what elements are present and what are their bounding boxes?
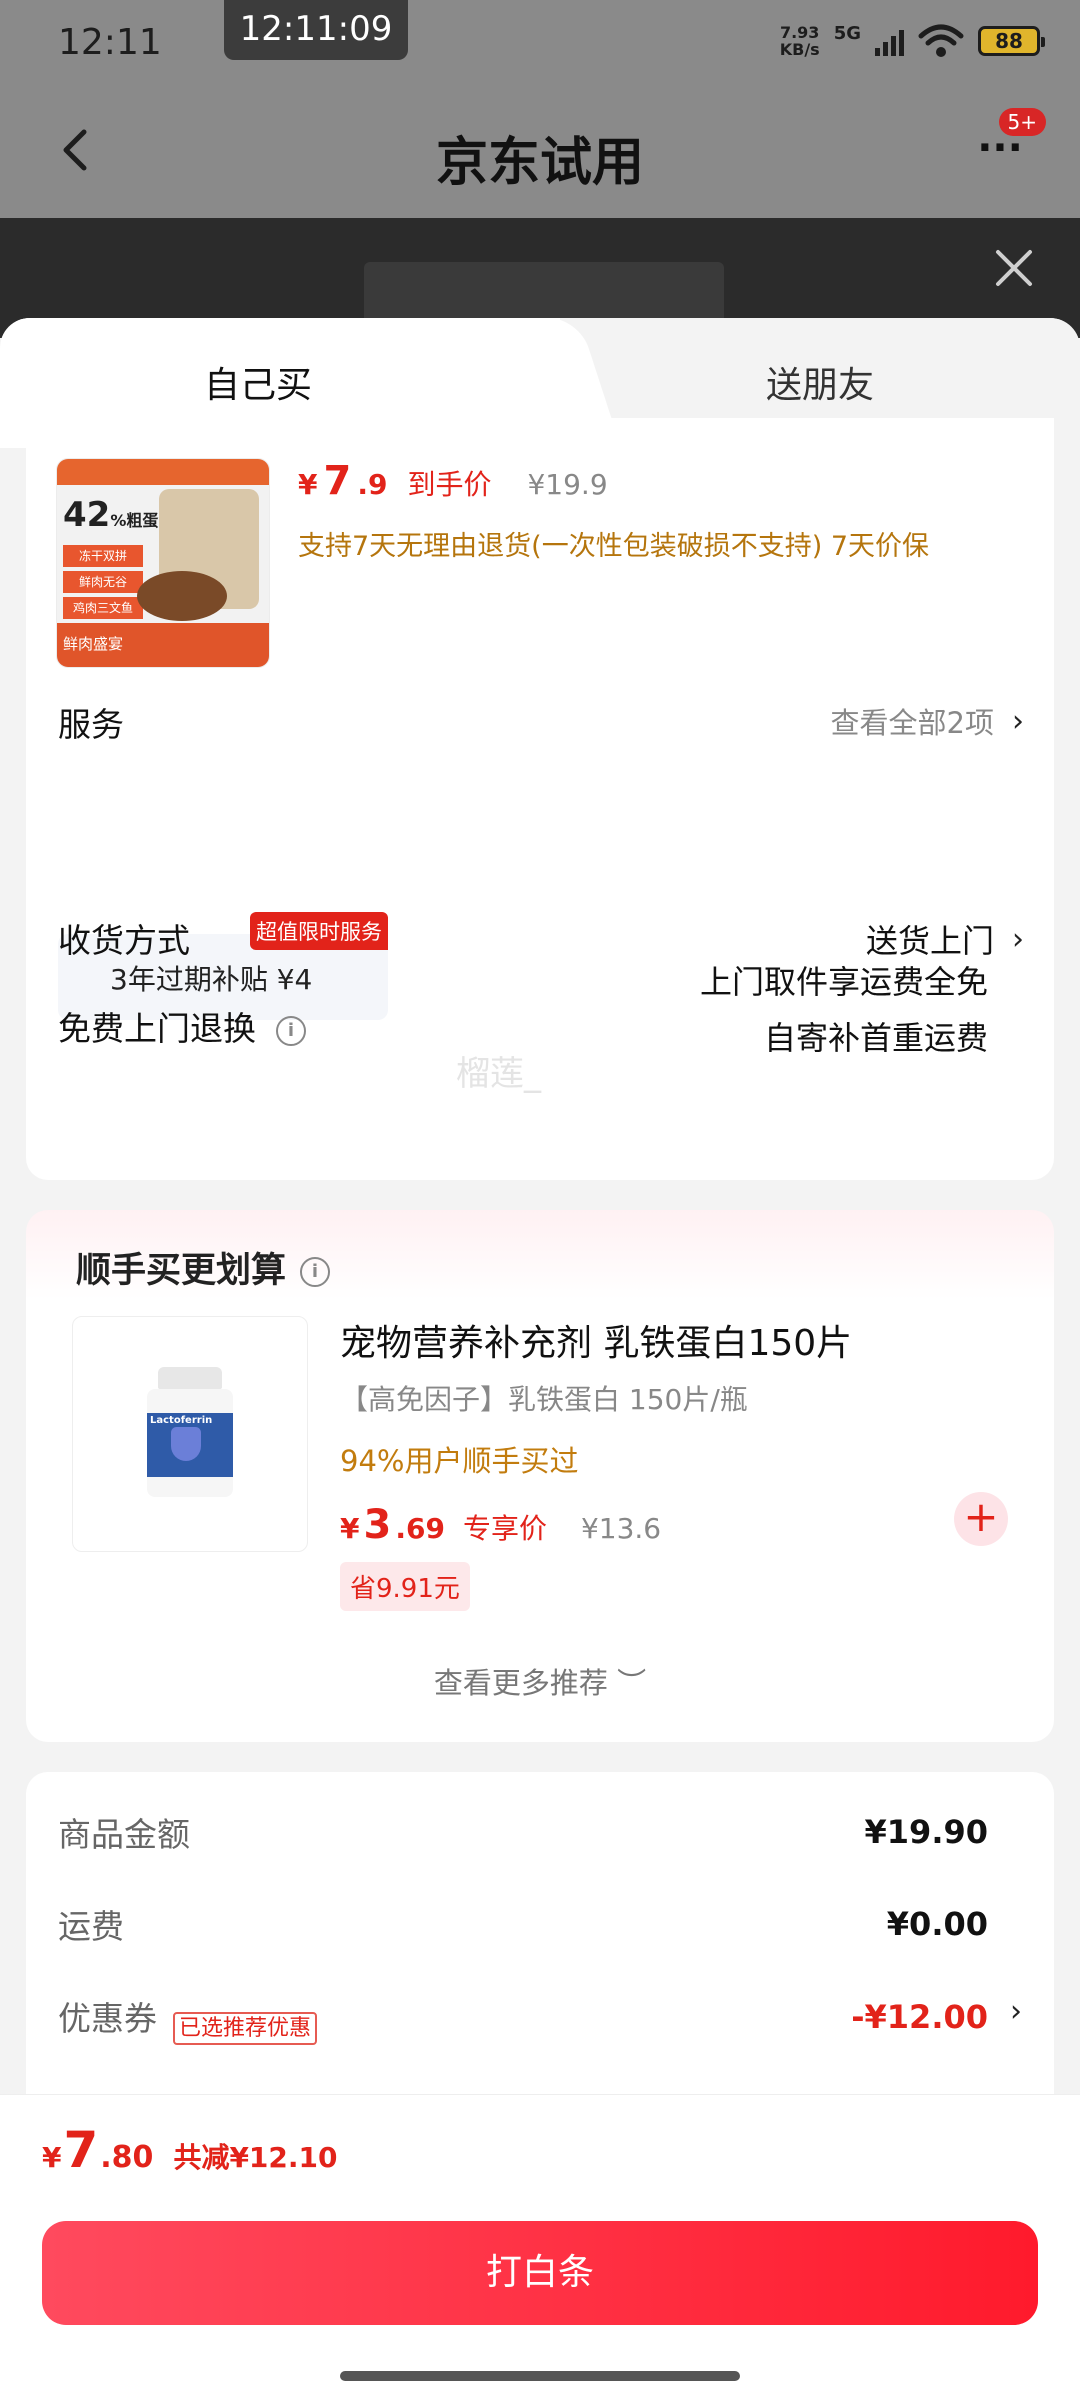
- message-badge: 5+: [998, 108, 1046, 136]
- chevron-right-icon: ›: [1010, 1994, 1022, 2029]
- price-tag: 到手价: [407, 468, 492, 501]
- goods-amount-label: 商品金额: [58, 1815, 190, 1854]
- delivery-label: 收货方式: [58, 921, 190, 960]
- product-image-header: [57, 459, 269, 485]
- product-image-banner: 鲜肉盛宴: [57, 623, 269, 667]
- total-currency: ¥: [42, 2141, 62, 2174]
- service-label: 服务: [58, 705, 124, 744]
- page-title: 京东试用: [435, 133, 644, 193]
- checkout-bar: ¥7.80 共减¥12.10 打白条: [0, 2094, 1080, 2400]
- network-speed: 7.93 KB/s: [780, 24, 820, 58]
- recommended-product-spec: 【高免因子】乳铁蛋白 150片/瓶: [340, 1383, 748, 1416]
- image-tag: 冻干双拼: [63, 545, 143, 567]
- goods-amount-row: 商品金额 ¥19.90: [58, 1808, 988, 1856]
- network-type: 5G: [833, 22, 861, 44]
- product-image-protein: 42%粗蛋白: [63, 495, 174, 535]
- free-return-text: 免费上门退换: [58, 1009, 256, 1048]
- shipping-label: 运费: [58, 1907, 124, 1946]
- recommendation-title-text: 顺手买更划算: [76, 1251, 287, 1291]
- coupon-label-group: 优惠券 已选推荐优惠: [58, 1992, 318, 2045]
- price-decimal: .69: [395, 1512, 445, 1545]
- recommended-price: ¥3.69 专享价 ¥13.6: [340, 1502, 661, 1548]
- pay-with-baitiao-button[interactable]: 打白条: [42, 2221, 1038, 2325]
- close-icon[interactable]: [986, 240, 1042, 296]
- original-price: ¥19.9: [527, 468, 608, 501]
- original-price: ¥13.6: [580, 1512, 662, 1545]
- screen-record-clock: 12:11:09: [224, 0, 408, 60]
- supplement-bottle: Lactoferrin: [147, 1367, 233, 1497]
- nav-bar: 京东试用 ··· 5+: [0, 100, 1080, 210]
- recommended-bought-rate: 94%用户顺手买过: [340, 1444, 579, 1478]
- background-page: 12:11 12:11:09 7.93 KB/s 5G 88 京东试用 ··· …: [0, 0, 1080, 352]
- info-icon[interactable]: i: [276, 1015, 306, 1046]
- service-view-all[interactable]: 查看全部2项 ›: [831, 700, 1024, 742]
- free-return-label: 免费上门退换 i: [58, 1002, 306, 1050]
- protein-unit: %: [110, 511, 127, 530]
- free-return-detail: 上门取件享运费全免 自寄补首重运费: [700, 954, 988, 1066]
- coupon-recommended-tag: 已选推荐优惠: [173, 2011, 318, 2045]
- product-card: 42%粗蛋白 冻干双拼 鲜肉无谷 鸡肉三文鱼 鲜肉盛宴 ¥7.9 到手价 ¥19…: [26, 418, 1054, 1180]
- price-integer: 3: [363, 1502, 392, 1548]
- wifi-icon: [918, 24, 964, 57]
- watermark: 榴莲_: [456, 1054, 541, 1094]
- service-view-all-label: 查看全部2项: [830, 706, 994, 740]
- free-return-line1: 上门取件享运费全免: [699, 963, 988, 1001]
- recommended-product-name[interactable]: 宠物营养补充剂 乳铁蛋白150片: [340, 1314, 852, 1366]
- bottle-label: Lactoferrin: [150, 1415, 213, 1426]
- chevron-right-icon: ›: [1012, 921, 1024, 957]
- cat-food-bowl: [137, 571, 227, 621]
- network-speed-value: 7.93: [779, 23, 820, 42]
- coupon-label: 优惠券: [58, 1999, 157, 2038]
- total-integer: 7: [63, 2121, 99, 2179]
- total-discount: 共减¥12.10: [173, 2141, 338, 2174]
- battery-icon: 88: [978, 26, 1045, 56]
- coupon-value: -¥12.00: [851, 1997, 988, 2036]
- home-indicator[interactable]: [340, 2371, 740, 2381]
- price-currency: ¥: [298, 468, 318, 501]
- shipping-row: 运费 ¥0.00: [58, 1900, 988, 1948]
- service-option-label: 3年过期补贴 ¥4: [110, 963, 313, 996]
- return-policy: 支持7天无理由退货(一次性包装破损不支持) 7天价保: [298, 531, 930, 562]
- see-more-recommendations[interactable]: 查看更多推荐 ︶: [26, 1660, 1054, 1702]
- protein-value: 42: [63, 495, 111, 535]
- total-decimal: .80: [100, 2140, 154, 2175]
- product-price: ¥7.9 到手价 ¥19.9: [298, 458, 608, 504]
- signal-icon: [875, 26, 904, 56]
- tab-send-to-friend[interactable]: 送朋友: [766, 356, 874, 408]
- shipping-value: ¥0.00: [886, 1905, 988, 1943]
- goods-amount-value: ¥19.90: [864, 1813, 988, 1851]
- add-to-order-button[interactable]: +: [954, 1492, 1008, 1546]
- savings-badge: 省9.91元: [340, 1562, 470, 1611]
- total-price: ¥7.80 共减¥12.10: [42, 2121, 338, 2179]
- image-tag: 鸡肉三文鱼: [63, 597, 143, 619]
- image-tag: 鲜肉无谷: [63, 571, 143, 593]
- recommended-product-image[interactable]: Lactoferrin: [72, 1316, 308, 1552]
- free-return-line2: 自寄补首重运费: [763, 1019, 988, 1057]
- price-decimal: .9: [357, 468, 388, 501]
- service-promo-tag: 超值限时服务: [250, 912, 388, 950]
- price-integer: 7: [323, 458, 352, 504]
- coupon-row[interactable]: 优惠券 已选推荐优惠 -¥12.00: [58, 1992, 988, 2045]
- purchase-sheet: 自己买 送朋友 42%粗蛋白 冻干双拼 鲜肉无谷 鸡肉三文鱼 鲜肉盛宴 ¥7.9…: [0, 318, 1080, 2400]
- status-icons: 7.93 KB/s 5G 88: [780, 22, 1045, 58]
- network-speed-unit: KB/s: [779, 40, 820, 59]
- product-image[interactable]: 42%粗蛋白 冻干双拼 鲜肉无谷 鸡肉三文鱼 鲜肉盛宴: [56, 458, 270, 668]
- price-tag: 专享价: [462, 1512, 547, 1545]
- price-currency: ¥: [340, 1512, 360, 1545]
- chevron-right-icon: ›: [1012, 703, 1024, 739]
- status-bar: 12:11 12:11:09 7.93 KB/s 5G 88: [0, 0, 1080, 90]
- info-icon[interactable]: i: [300, 1257, 331, 1287]
- shield-icon: [171, 1427, 201, 1461]
- recommendation-title: 顺手买更划算 i: [76, 1242, 331, 1293]
- tab-buy-for-self[interactable]: 自己买: [204, 356, 312, 408]
- status-time: 12:11: [58, 22, 162, 63]
- recommendation-card: 顺手买更划算 i Lactoferrin 宠物营养补充剂 乳铁蛋白150片 【高免…: [26, 1210, 1054, 1742]
